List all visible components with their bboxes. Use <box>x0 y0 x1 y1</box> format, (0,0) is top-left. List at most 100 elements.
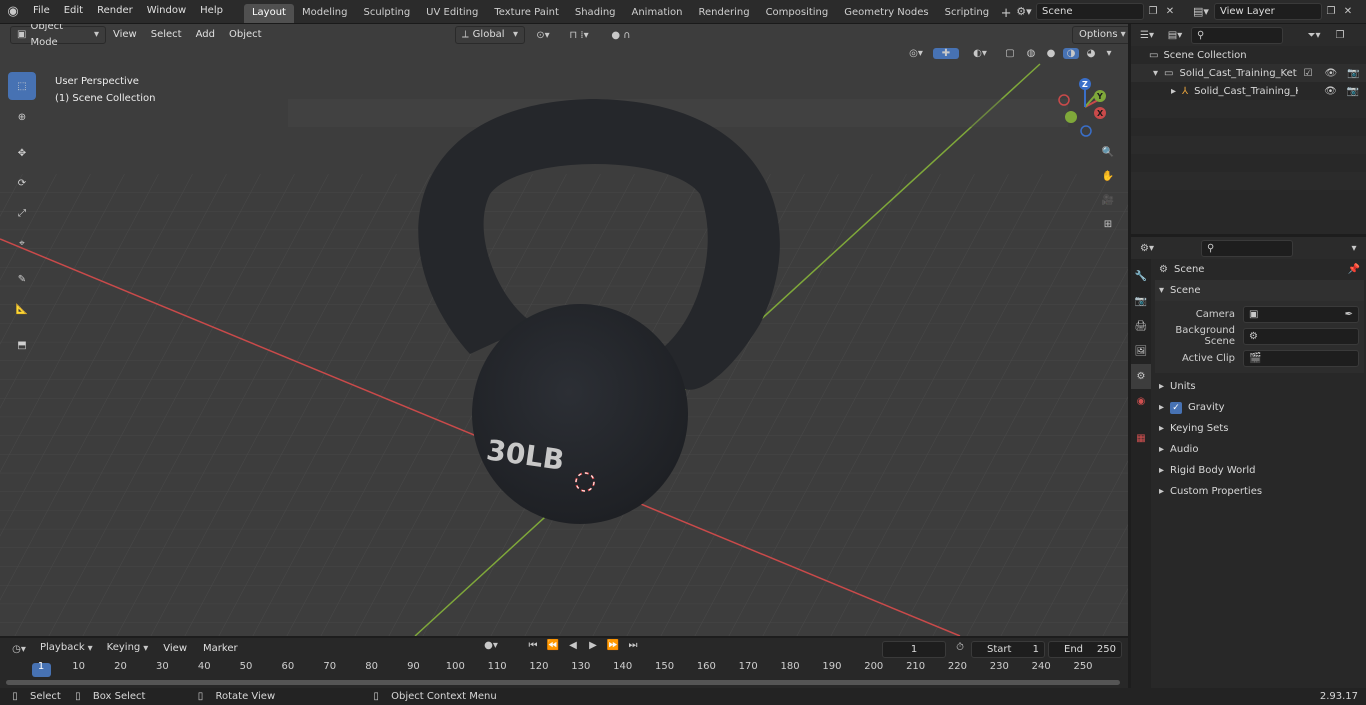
pan-hand-icon[interactable]: ✋ <box>1097 164 1119 188</box>
tab-scripting[interactable]: Scripting <box>937 4 997 23</box>
expand-arrow-icon[interactable]: ▸ <box>1171 86 1176 97</box>
tab-layout[interactable]: Layout <box>243 3 294 23</box>
section-keying-sets[interactable]: ▸ Keying Sets <box>1155 418 1364 439</box>
view-layer-icon[interactable]: ▤▾ <box>1188 5 1214 18</box>
editor-type-icon[interactable]: ⚙▾ <box>1135 243 1159 254</box>
view-layer-tab-icon[interactable]: 🖼 <box>1131 339 1151 364</box>
menu-render[interactable]: Render <box>90 0 140 24</box>
chevron-down-icon[interactable]: ▾ <box>1103 48 1115 59</box>
scene-panel-header[interactable]: ▾ Scene <box>1155 280 1364 301</box>
render-tab-icon[interactable]: 📷 <box>1131 289 1151 314</box>
timeline-tick: 120 <box>529 661 549 672</box>
gizmo-toggle-icon[interactable]: ✚ <box>933 48 959 59</box>
measure-tool-icon[interactable]: 📐 <box>8 295 36 323</box>
blender-logo-icon[interactable]: ◉ <box>0 0 26 24</box>
zoom-icon[interactable]: 🔍 <box>1097 140 1119 164</box>
delete-view-layer-icon[interactable]: ✕ <box>1340 6 1356 17</box>
section-gravity[interactable]: ▸ ✓ Gravity <box>1155 397 1364 418</box>
3d-viewport[interactable]: 30LB ▣ Object Mode ▾ View Select Add Obj… <box>0 24 1128 636</box>
active-clip-field[interactable]: 🎬 <box>1243 349 1359 367</box>
section-audio[interactable]: ▸ Audio <box>1155 439 1364 460</box>
viewport-menu-select[interactable]: Select <box>144 26 189 44</box>
overlay-toggle-icon[interactable]: ◐▾ <box>963 48 997 59</box>
tab-rendering[interactable]: Rendering <box>690 4 757 23</box>
viewport-menu-add[interactable]: Add <box>189 26 222 44</box>
tab-geometry-nodes[interactable]: Geometry Nodes <box>836 4 936 23</box>
scene-name-field[interactable]: Scene <box>1036 3 1144 20</box>
xray-icon[interactable]: ▢ <box>1001 48 1019 59</box>
options-button[interactable]: Options ▾ <box>1072 26 1128 44</box>
section-custom-properties[interactable]: ▸ Custom Properties <box>1155 481 1364 502</box>
eye-icon[interactable]: 👁 <box>1324 86 1337 97</box>
camera-restrict-icon[interactable]: 📷 <box>1347 68 1359 79</box>
camera-restrict-icon[interactable]: 📷 <box>1347 86 1359 97</box>
new-view-layer-icon[interactable]: ❐ <box>1322 6 1340 17</box>
menu-help[interactable]: Help <box>193 0 230 24</box>
section-rigid-body-world[interactable]: ▸ Rigid Body World <box>1155 460 1364 481</box>
viewport-menu-object[interactable]: Object <box>222 26 269 44</box>
transform-orientation-select[interactable]: ⟂ Global ▾ <box>455 26 525 44</box>
pivot-icon[interactable]: ⊙▾ <box>531 30 555 41</box>
menu-file[interactable]: File <box>26 0 57 24</box>
scale-tool-icon[interactable]: ⤢ <box>8 199 36 227</box>
pin-icon[interactable]: 📌 <box>1348 264 1360 275</box>
scene-tab-icon[interactable]: ⚙ <box>1131 364 1151 389</box>
tool-tab-icon[interactable]: 🔧 <box>1131 264 1151 289</box>
gravity-checkbox-icon[interactable]: ✓ <box>1170 401 1183 414</box>
material-shading-icon[interactable]: ◑ <box>1063 48 1079 59</box>
navigation-gizmo[interactable]: X Y Z <box>1052 74 1118 140</box>
wireframe-shading-icon[interactable]: ◍ <box>1023 48 1039 59</box>
perspective-toggle-icon[interactable]: ⊞ <box>1097 212 1119 236</box>
checkbox-icon[interactable]: ☑ <box>1303 68 1312 79</box>
chevron-down-icon[interactable]: ▾ <box>1346 243 1362 254</box>
tab-texture-paint[interactable]: Texture Paint <box>486 4 567 23</box>
timeline-scrollbar[interactable] <box>6 680 1120 685</box>
output-tab-icon[interactable]: 🖨 <box>1131 314 1151 339</box>
background-scene-field[interactable]: ⚙ <box>1243 327 1359 345</box>
eyedropper-icon[interactable]: ✒ <box>1345 307 1353 322</box>
outliner-row-scene-collection[interactable]: ▭ Scene Collection <box>1131 46 1366 64</box>
outliner-search-input[interactable]: ⚲ <box>1191 26 1283 44</box>
properties-search-input[interactable]: ⚲ <box>1201 239 1293 257</box>
snap-icon[interactable]: ⊓ ⁞▾ <box>561 30 597 41</box>
add-cube-tool-icon[interactable]: ⬒ <box>8 331 36 359</box>
section-units[interactable]: ▸ Units <box>1155 376 1364 397</box>
view-layer-field[interactable]: View Layer <box>1214 3 1322 20</box>
move-tool-icon[interactable]: ✥ <box>8 139 36 167</box>
tab-compositing[interactable]: Compositing <box>758 4 837 23</box>
transform-tool-icon[interactable]: ⌖ <box>8 229 36 257</box>
mode-selector[interactable]: ▣ Object Mode ▾ <box>10 24 106 48</box>
world-tab-icon[interactable]: ◉ <box>1131 389 1151 414</box>
menu-window[interactable]: Window <box>140 0 193 24</box>
camera-field[interactable]: ▣ ✒ <box>1243 305 1359 323</box>
proportional-edit-icon[interactable]: ● ∩ <box>603 30 639 41</box>
texture-tab-icon[interactable]: ▦ <box>1131 426 1151 451</box>
eye-icon[interactable]: 👁 <box>1324 68 1337 79</box>
outliner-row-collection[interactable]: ▾ ▭ Solid_Cast_Training_Kettlebel ☑ 👁 📷 <box>1131 64 1366 82</box>
tab-sculpting[interactable]: Sculpting <box>355 4 418 23</box>
tab-uv-editing[interactable]: UV Editing <box>418 4 486 23</box>
new-scene-icon[interactable]: ❐ <box>1144 6 1162 17</box>
solid-shading-icon[interactable]: ● <box>1043 48 1059 59</box>
menu-edit[interactable]: Edit <box>57 0 90 24</box>
visibility-icon[interactable]: ◎▾ <box>903 48 929 59</box>
tab-animation[interactable]: Animation <box>624 4 691 23</box>
display-mode-icon[interactable]: ▤▾ <box>1163 30 1187 41</box>
timeline-ruler[interactable]: 1 10 20 30 40 50 60 70 80 90 100 110 120 130 140 150 160… <box>0 632 1128 672</box>
viewport-menu-view[interactable]: View <box>106 26 144 44</box>
select-box-tool-icon[interactable]: ⬚ <box>8 72 36 100</box>
new-collection-icon[interactable]: ❐ <box>1331 30 1349 41</box>
filter-icon[interactable]: ⏷▾ <box>1301 30 1327 41</box>
delete-scene-icon[interactable]: ✕ <box>1162 6 1178 17</box>
annotate-tool-icon[interactable]: ✎ <box>8 265 36 293</box>
expand-arrow-icon[interactable]: ▾ <box>1153 68 1158 79</box>
tab-modeling[interactable]: Modeling <box>294 4 356 23</box>
scene-icon[interactable]: ⚙▾ <box>1012 5 1036 18</box>
outliner-row-object[interactable]: ▸ ⅄ Solid_Cast_Training_Kettl 👁 📷 <box>1131 82 1366 100</box>
tab-shading[interactable]: Shading <box>567 4 624 23</box>
camera-view-icon[interactable]: 🎥 <box>1097 188 1119 212</box>
rotate-tool-icon[interactable]: ⟳ <box>8 169 36 197</box>
rendered-shading-icon[interactable]: ◕ <box>1083 48 1099 59</box>
editor-type-icon[interactable]: ☰▾ <box>1135 30 1159 41</box>
cursor-tool-icon[interactable]: ⊕ <box>8 103 36 131</box>
